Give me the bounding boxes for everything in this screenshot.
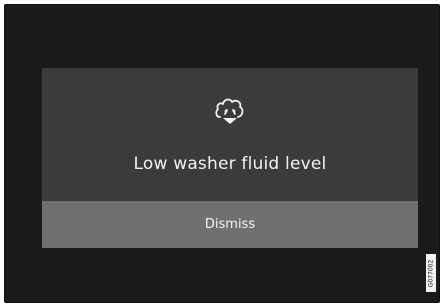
display-screen: Low washer fluid level Dismiss G077002 <box>4 4 440 303</box>
notification-body: Low washer fluid level <box>42 68 418 201</box>
notification-message: Low washer fluid level <box>133 154 327 174</box>
notification-dialog: Low washer fluid level Dismiss <box>42 68 418 248</box>
reference-code-text: G077002 <box>427 259 435 287</box>
washer-fluid-icon <box>215 98 244 124</box>
reference-code-label: G077002 <box>426 254 436 292</box>
dismiss-button[interactable]: Dismiss <box>42 201 418 248</box>
